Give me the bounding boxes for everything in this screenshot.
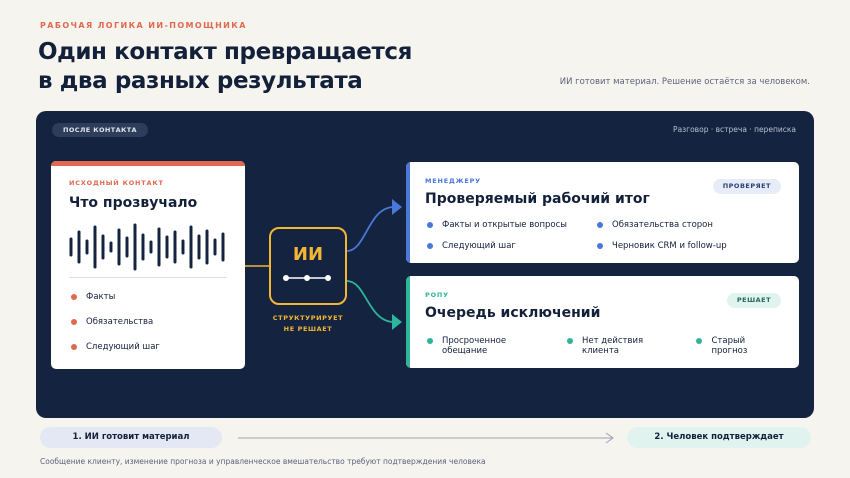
ai-node: ИИ — [269, 227, 347, 305]
source-card-accent-bar — [51, 161, 245, 166]
list-item: Нет действия клиента — [566, 336, 677, 356]
manager-items-grid: Факты и открытые вопросы Обязательства с… — [427, 220, 777, 251]
soundwave-icon — [69, 223, 225, 271]
rop-card-label: РОПУ — [425, 291, 449, 299]
source-items-list: Факты Обязательства Следующий шаг — [71, 292, 160, 367]
rop-card-accent-bar — [406, 276, 410, 368]
manager-arrowhead — [392, 199, 402, 215]
source-card-title: Что прозвучало — [69, 195, 198, 211]
list-item: Факты и открытые вопросы — [427, 220, 597, 230]
manager-card-label: МЕНЕДЖЕРУ — [425, 177, 481, 185]
rop-item-label: Нет действия клиента — [581, 336, 644, 356]
source-item-label: Обязательства — [86, 317, 154, 327]
bullet-dot-icon — [71, 294, 77, 300]
tagline: ИИ готовит материал. Решение остаётся за… — [559, 77, 810, 87]
flow-arrow — [238, 432, 614, 444]
source-item-label: Следующий шаг — [86, 342, 160, 352]
bullet-dot-icon — [696, 338, 703, 344]
rop-arrowhead — [392, 314, 402, 330]
rop-item-label: Просроченное обещание — [442, 336, 507, 356]
step-human-confirms: 2. Человек подтверждает — [627, 427, 811, 448]
diagram-panel: ПОСЛЕ КОНТАКТА Разговор · встреча · пере… — [36, 111, 814, 418]
rop-card: РОПУ Очередь исключений РЕШАЕТ Просрочен… — [406, 276, 799, 368]
list-item: Следующий шаг — [71, 342, 160, 367]
eyebrow-label: РАБОЧАЯ ЛОГИКА ИИ-ПОМОЩНИКА — [40, 21, 247, 30]
bullet-dot-icon — [71, 319, 77, 325]
bullet-dot-icon — [597, 243, 603, 249]
source-item-label: Факты — [86, 292, 116, 302]
ai-to-manager-arrow — [346, 206, 395, 252]
list-item: Факты — [71, 292, 160, 317]
bullet-dot-icon — [597, 222, 603, 228]
rop-card-title: Очередь исключений — [425, 305, 601, 321]
list-item: Просроченное обещание — [427, 336, 547, 356]
bullet-dot-icon — [566, 338, 573, 344]
manager-card: МЕНЕДЖЕРУ Проверяемый рабочий итог ПРОВЕ… — [406, 162, 799, 263]
manager-item-label: Следующий шаг — [442, 241, 516, 251]
rop-item-label: Старый прогноз — [711, 336, 748, 356]
manager-card-accent-bar — [406, 162, 410, 263]
ai-node-label: ИИ — [292, 244, 324, 265]
list-item: Обязательства — [71, 317, 160, 342]
manager-item-label: Обязательства сторон — [612, 220, 713, 230]
list-item: Обязательства сторон — [597, 220, 777, 230]
decides-badge: РЕШАЕТ — [726, 293, 781, 308]
title-line-1: Один контакт превращается — [38, 39, 413, 65]
manager-item-label: Факты и открытые вопросы — [442, 220, 567, 230]
source-card-label: ИСХОДНЫЙ КОНТАКТ — [69, 179, 164, 187]
ai-caption-line-1: СТРУКТУРИРУЕТ — [272, 314, 344, 322]
bullet-dot-icon — [427, 222, 433, 228]
title-line-2: в два разных результата — [38, 68, 363, 94]
node-link-icon — [283, 275, 331, 281]
rop-items-row: Просроченное обещание Нет действия клиен… — [427, 336, 799, 356]
manager-card-title: Проверяемый рабочий итог — [425, 191, 650, 207]
source-card: ИСХОДНЫЙ КОНТАКТ Что прозвучало Факты Об… — [51, 161, 245, 369]
ai-caption-line-2: НЕ РЕШАЕТ — [283, 325, 333, 333]
footnote: Сообщение клиенту, изменение прогноза и … — [40, 457, 486, 466]
bullet-dot-icon — [427, 243, 433, 249]
source-card-divider — [69, 277, 227, 278]
bullet-dot-icon — [427, 338, 433, 344]
ai-caption: СТРУКТУРИРУЕТ НЕ РЕШАЕТ — [258, 313, 358, 335]
list-item: Следующий шаг — [427, 241, 597, 251]
page-title: Один контакт превращается в два разных р… — [38, 38, 412, 96]
manager-item-label: Черновик CRM и follow-up — [612, 241, 727, 251]
list-item: Старый прогноз — [696, 336, 779, 356]
checks-badge: ПРОВЕРЯЕТ — [712, 179, 781, 194]
step-ai-prepares: 1. ИИ готовит материал — [40, 427, 222, 448]
bullet-dot-icon — [71, 344, 77, 350]
list-item: Черновик CRM и follow-up — [597, 241, 777, 251]
